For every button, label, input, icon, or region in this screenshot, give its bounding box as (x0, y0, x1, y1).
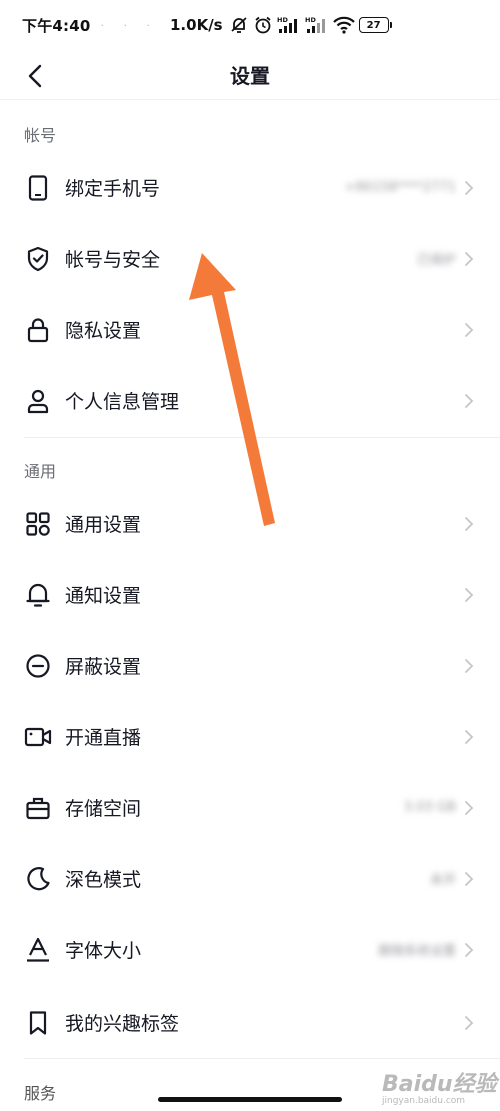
status-time: 下午4:40 (22, 16, 91, 35)
section-divider (24, 437, 500, 438)
section-title-account: 帐号 (24, 126, 57, 145)
shield-check-icon (24, 245, 52, 273)
status-notification-dots: · · · (100, 18, 158, 32)
chevron-left-icon[interactable] (22, 62, 50, 90)
settings-item-value: +86158****2771 (344, 180, 456, 195)
settings-item-personal-info[interactable]: 个人信息管理 (0, 365, 500, 436)
block-icon (24, 652, 52, 680)
video-camera-icon (24, 723, 52, 751)
hd-signal-icon: HD (305, 16, 325, 33)
chevron-right-icon (465, 393, 474, 408)
settings-item-label: 字体大小 (65, 940, 142, 962)
person-icon (24, 387, 52, 415)
phone-icon (24, 174, 52, 202)
settings-item-label: 绑定手机号 (65, 178, 161, 200)
watermark-url: jingyan.baidu.com (382, 1096, 466, 1106)
chevron-right-icon (465, 516, 474, 531)
settings-item-label: 通知设置 (65, 585, 142, 607)
briefcase-icon (24, 794, 52, 822)
settings-item-label: 帐号与安全 (65, 249, 161, 271)
chevron-right-icon (465, 729, 474, 744)
settings-item-label: 通用设置 (65, 514, 142, 536)
settings-item-font-size[interactable]: 字体大小 跟随系统设置 (0, 914, 500, 985)
settings-item-bind-phone[interactable]: 绑定手机号 +86158****2771 (0, 152, 500, 223)
chevron-right-icon (465, 658, 474, 673)
hd-signal-icon: HD (277, 16, 297, 33)
settings-item-label: 深色模式 (65, 869, 142, 891)
chevron-right-icon (465, 1015, 474, 1030)
settings-item-label: 个人信息管理 (65, 391, 180, 413)
chevron-right-icon (465, 251, 474, 266)
settings-item-label: 存储空间 (65, 798, 142, 820)
wifi-icon (332, 16, 355, 34)
nav-bar: 设置 (0, 50, 500, 100)
settings-item-value: 跟随系统设置 (377, 944, 456, 959)
settings-item-label: 我的兴趣标签 (65, 1013, 180, 1035)
settings-item-general[interactable]: 通用设置 (0, 488, 500, 559)
mute-alarm-icon (230, 17, 247, 33)
settings-item-dark-mode[interactable]: 深色模式 未开 (0, 843, 500, 914)
watermark-logo-text: Baidu经验 (382, 1072, 497, 1097)
network-speed: 1.0K/s (170, 16, 223, 34)
bell-icon (24, 581, 52, 609)
settings-item-privacy[interactable]: 隐私设置 (0, 294, 500, 365)
svg-text:HD: HD (305, 16, 316, 24)
settings-item-label: 开通直播 (65, 727, 142, 749)
settings-item-value: 3.03 GB (403, 800, 456, 815)
chevron-right-icon (465, 800, 474, 815)
bookmark-icon (24, 1009, 52, 1037)
battery-level: 27 (358, 17, 389, 33)
chevron-right-icon (465, 180, 474, 195)
settings-item-label: 屏蔽设置 (65, 656, 142, 678)
settings-item-block[interactable]: 屏蔽设置 (0, 630, 500, 701)
baidu-watermark: Baidu经验 jingyan.baidu.com (380, 1048, 500, 1108)
chevron-right-icon (465, 587, 474, 602)
settings-item-label: 隐私设置 (65, 320, 142, 342)
settings-item-live[interactable]: 开通直播 (0, 701, 500, 772)
settings-item-value: 已保护 (416, 253, 456, 268)
settings-item-storage[interactable]: 存储空间 3.03 GB (0, 772, 500, 843)
font-size-icon (24, 936, 52, 964)
chevron-right-icon (465, 871, 474, 886)
section-title-service: 服务 (24, 1084, 57, 1103)
chevron-right-icon (465, 322, 474, 337)
chevron-right-icon (465, 942, 474, 957)
page-title: 设置 (230, 64, 270, 88)
lock-icon (24, 316, 52, 344)
settings-item-account-security[interactable]: 帐号与安全 已保护 (0, 223, 500, 294)
settings-item-value: 未开 (429, 873, 456, 888)
home-indicator[interactable] (158, 1097, 342, 1102)
section-title-general: 通用 (24, 462, 57, 481)
grid-icon (24, 510, 52, 538)
alarm-icon (255, 16, 271, 34)
svg-text:HD: HD (277, 16, 288, 24)
status-bar: 下午4:40 · · · 1.0K/s HD HD 27 (0, 0, 500, 50)
battery-icon: 27 (358, 17, 392, 33)
settings-item-notifications[interactable]: 通知设置 (0, 559, 500, 630)
moon-icon (24, 865, 52, 893)
